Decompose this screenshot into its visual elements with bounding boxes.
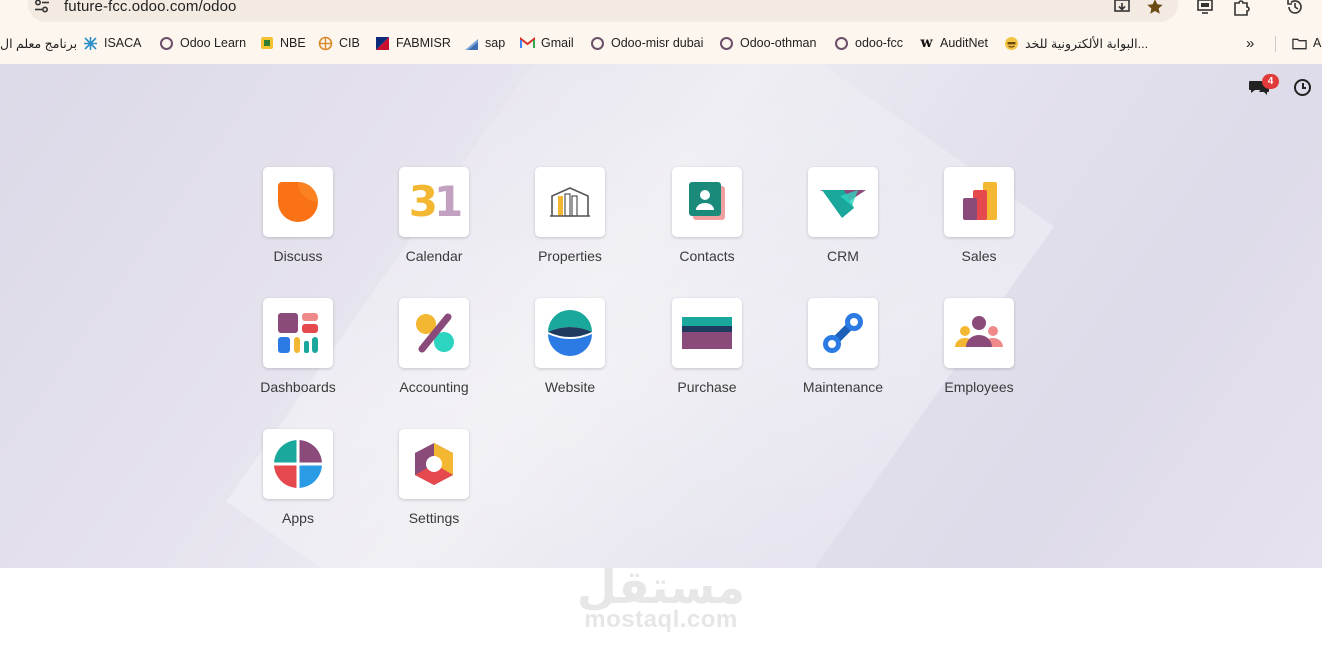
bookmark-item[interactable]: FABMISR xyxy=(375,34,451,52)
auditnet-icon: w xyxy=(920,35,933,51)
app-label: Purchase xyxy=(677,379,737,395)
bookmark-item[interactable]: NBE xyxy=(259,34,306,52)
bookmark-item[interactable]: CIB xyxy=(318,34,360,52)
app-label: Accounting xyxy=(399,379,469,395)
app-tile: 31 xyxy=(399,167,469,237)
app-label: Calendar xyxy=(405,248,463,264)
chat-badge: 4 xyxy=(1262,74,1279,89)
app-tile xyxy=(535,298,605,368)
app-label: Discuss xyxy=(273,248,323,264)
app-contacts[interactable]: Contacts xyxy=(652,167,762,282)
history-icon[interactable] xyxy=(1284,0,1306,18)
more-bookmarks-button[interactable]: » xyxy=(1246,34,1254,52)
website-icon xyxy=(548,310,592,356)
app-properties[interactable]: Properties xyxy=(515,167,625,282)
app-label: Contacts xyxy=(679,248,735,264)
app-tile xyxy=(263,167,333,237)
app-purchase[interactable]: Purchase xyxy=(652,298,762,413)
site-settings-icon[interactable] xyxy=(34,0,52,15)
app-tile xyxy=(808,298,878,368)
odoo-ring-icon xyxy=(159,36,174,51)
dashboards-icon xyxy=(278,313,318,353)
bookmark-divider xyxy=(1275,36,1276,52)
browser-chrome: future-fcc.odoo.com/odoo برنامج معلم ال … xyxy=(0,0,1322,64)
app-sales[interactable]: Sales xyxy=(924,167,1034,282)
app-accounting[interactable]: Accounting xyxy=(379,298,489,413)
odoo-ring-icon xyxy=(834,36,849,51)
bookmark-item[interactable]: sap xyxy=(464,34,505,52)
app-label: Employees xyxy=(944,379,1014,395)
bookmark-item[interactable]: ISACA xyxy=(83,34,142,52)
odoo-ring-icon xyxy=(590,36,605,51)
bookmark-item[interactable]: البوابة الألكترونية للخد... xyxy=(1004,34,1148,52)
app-tile xyxy=(944,298,1014,368)
app-calendar[interactable]: 31 Calendar xyxy=(379,167,489,282)
app-label: Dashboards xyxy=(260,379,336,395)
gmail-icon xyxy=(520,36,535,51)
maintenance-icon xyxy=(823,313,863,353)
app-maintenance[interactable]: Maintenance xyxy=(788,298,898,413)
nbe-icon xyxy=(259,36,274,51)
app-label: Settings xyxy=(408,510,460,526)
contacts-icon xyxy=(689,182,725,220)
app-tile xyxy=(944,167,1014,237)
isaca-icon xyxy=(83,36,98,51)
app-label: Apps xyxy=(282,510,314,526)
settings-icon xyxy=(415,443,453,485)
activity-clock-icon[interactable] xyxy=(1294,79,1311,96)
purchase-icon xyxy=(682,317,732,349)
app-tile xyxy=(399,298,469,368)
bookmark-star-icon[interactable] xyxy=(1144,0,1166,18)
fabmisr-icon xyxy=(375,36,390,51)
app-label: Sales xyxy=(961,248,997,264)
app-label: Properties xyxy=(538,248,602,264)
app-label: Maintenance xyxy=(802,379,884,395)
sales-icon xyxy=(963,182,997,220)
calendar-icon: 31 xyxy=(408,177,464,226)
app-tile xyxy=(672,167,742,237)
employees-icon xyxy=(955,316,1003,347)
sap-icon xyxy=(464,36,479,51)
bookmark-item[interactable]: w AuditNet xyxy=(919,34,987,52)
bookmark-item[interactable]: Odoo-misr dubai xyxy=(590,34,703,52)
app-label: Website xyxy=(544,379,596,395)
install-app-icon[interactable] xyxy=(1112,0,1134,18)
bookmark-item[interactable]: Odoo-othman xyxy=(719,34,816,52)
url-text[interactable]: future-fcc.odoo.com/odoo xyxy=(64,0,237,15)
bookmark-item[interactable]: odoo-fcc xyxy=(834,34,903,52)
app-apps[interactable]: Apps xyxy=(243,429,353,544)
bookmark-item[interactable]: Gmail xyxy=(520,34,574,52)
extensions-icon[interactable] xyxy=(1230,0,1252,18)
cib-icon xyxy=(318,36,333,51)
crm-icon xyxy=(820,190,866,218)
all-bookmarks-button[interactable]: A xyxy=(1292,34,1321,52)
accounting-icon xyxy=(416,313,454,353)
app-tile xyxy=(263,429,333,499)
bookmark-item[interactable]: Odoo Learn xyxy=(159,34,246,52)
discuss-icon xyxy=(278,182,318,222)
app-tile xyxy=(263,298,333,368)
app-tile xyxy=(535,167,605,237)
app-employees[interactable]: Employees xyxy=(924,298,1034,413)
app-tile xyxy=(672,298,742,368)
app-crm[interactable]: CRM xyxy=(788,167,898,282)
app-tile xyxy=(808,167,878,237)
watermark-english: mostaql.com xyxy=(584,606,738,633)
app-settings[interactable]: Settings xyxy=(379,429,489,544)
bookmark-item[interactable]: برنامج معلم ال xyxy=(0,34,77,52)
odoo-home-menu: 4 Discuss 31 Calendar Properties Contact… xyxy=(0,64,1322,568)
odoo-ring-icon xyxy=(719,36,734,51)
emoji-icon xyxy=(1004,36,1019,51)
apps-icon xyxy=(273,439,323,489)
app-tile xyxy=(399,429,469,499)
properties-icon xyxy=(550,187,590,217)
app-dashboards[interactable]: Dashboards xyxy=(243,298,353,413)
folder-icon xyxy=(1292,36,1307,51)
app-website[interactable]: Website xyxy=(515,298,625,413)
cast-icon[interactable] xyxy=(1194,0,1216,18)
app-label: CRM xyxy=(827,248,859,264)
app-discuss[interactable]: Discuss xyxy=(243,167,353,282)
